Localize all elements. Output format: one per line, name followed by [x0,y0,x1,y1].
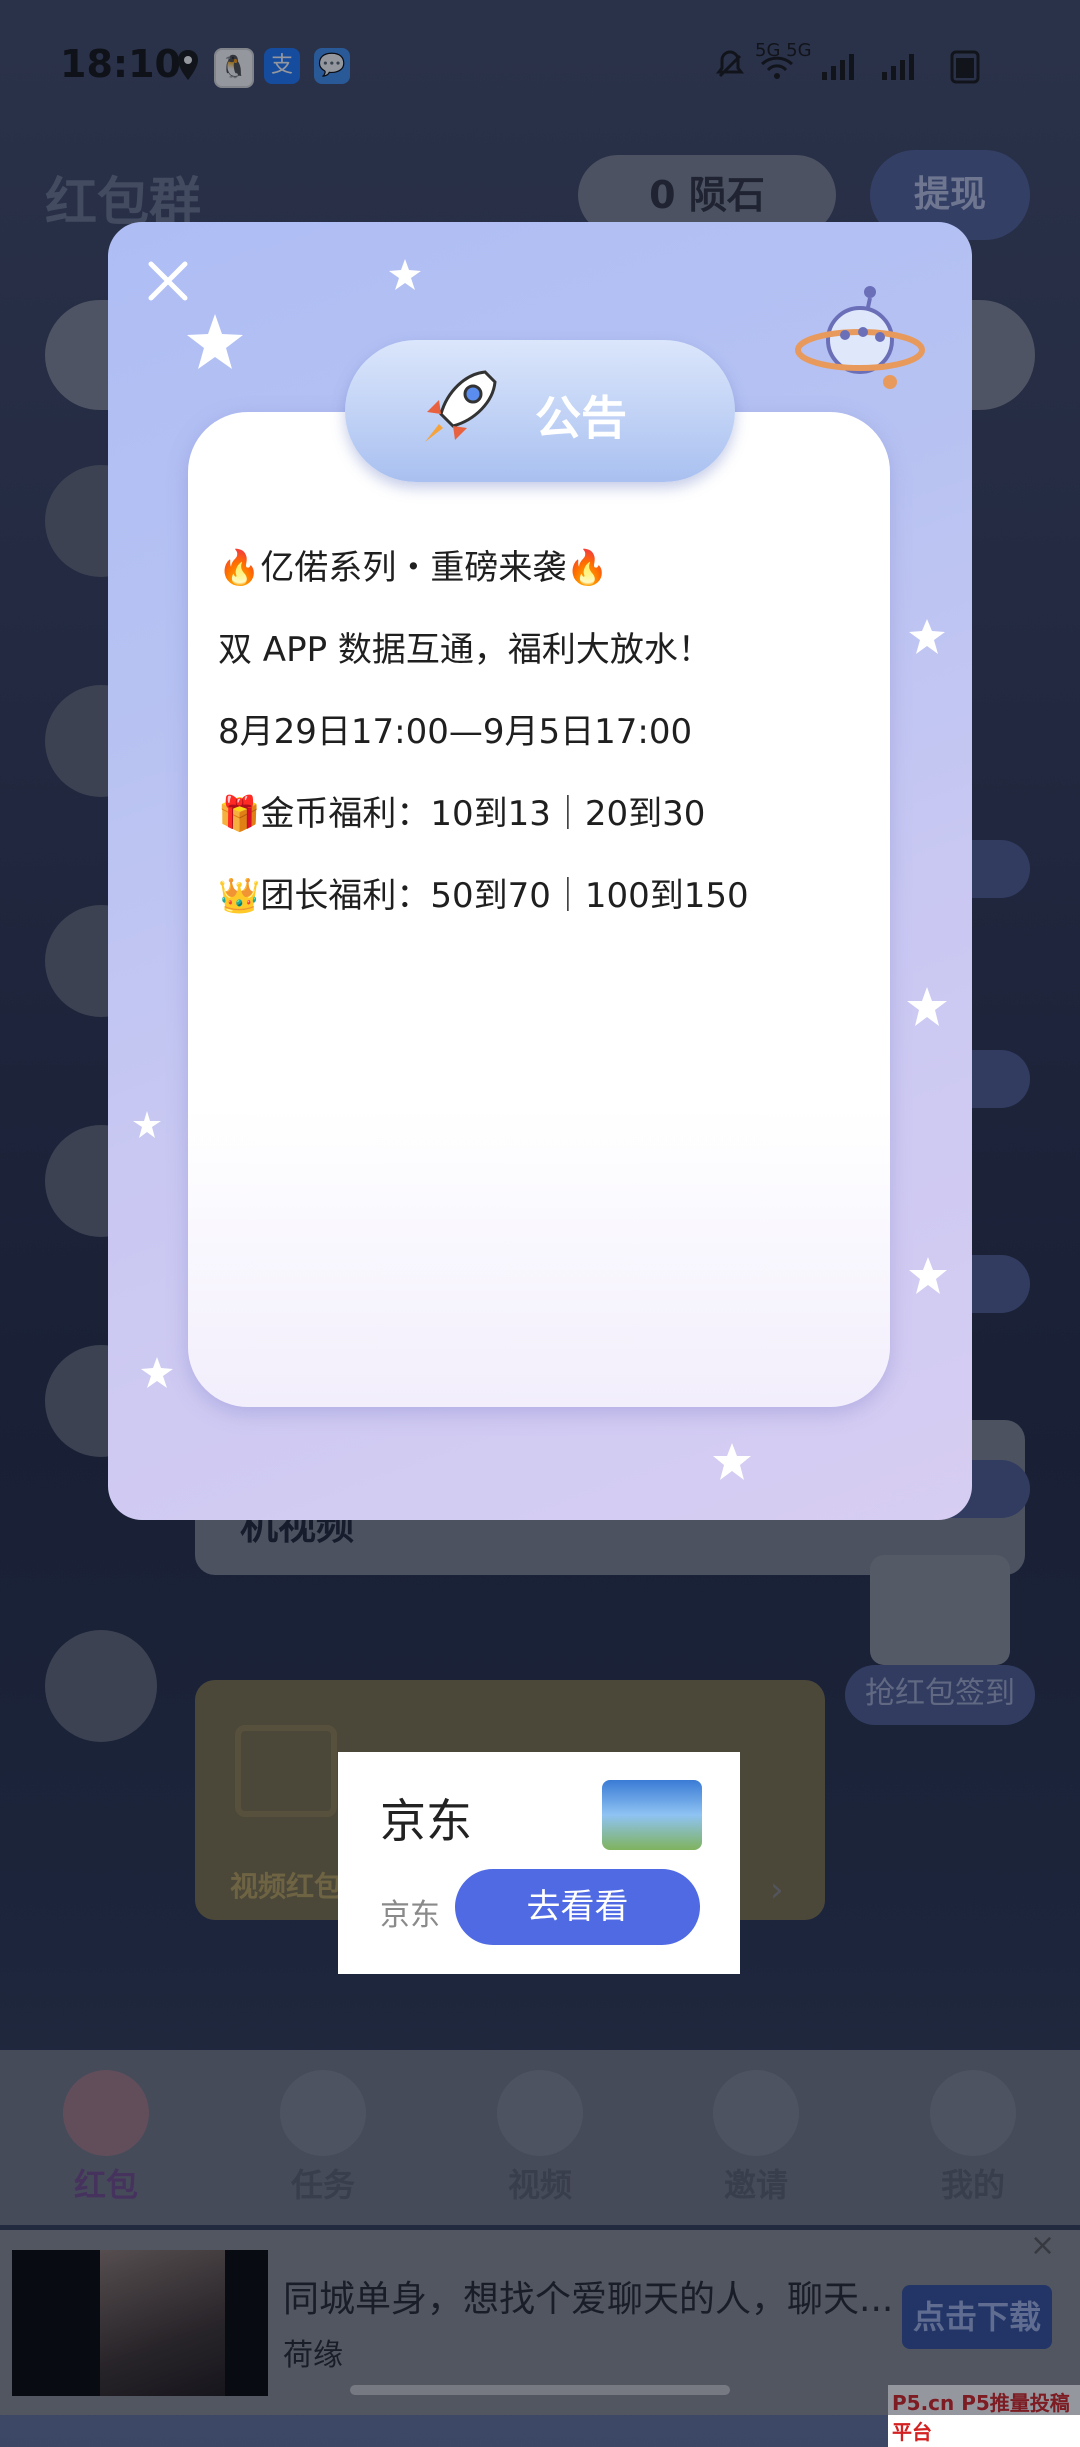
star-icon [389,259,421,290]
close-icon[interactable] [145,258,191,304]
star-icon [187,314,243,369]
star-icon [713,1443,751,1480]
jd-product-image[interactable] [602,1780,702,1850]
jd-view-button[interactable]: 去看看 [455,1869,700,1945]
announcement-title: 公告 [535,391,627,445]
announcement-line: 👑团长福利：50到70｜100到150 [218,876,749,916]
star-icon [909,619,945,654]
star-icon [909,1257,947,1294]
announcement-line: 🎁金币福利：10到13｜20到30 [218,794,706,834]
star-icon [133,1111,161,1138]
star-icon [141,1357,173,1388]
jd-brand-label: 京东 [380,1898,440,1933]
announcement-line: 双 APP 数据互通，福利大放水！ [218,630,712,670]
announcement-line: 8月29日17:00—9月5日17:00 [218,712,693,752]
star-icon [907,987,947,1026]
announcement-line: 🔥亿偌系列・重磅来袭🔥 [218,548,609,588]
jd-popup-title: 京东 [380,1794,472,1848]
rocket-icon [425,370,497,442]
ufo-icon [795,286,925,389]
